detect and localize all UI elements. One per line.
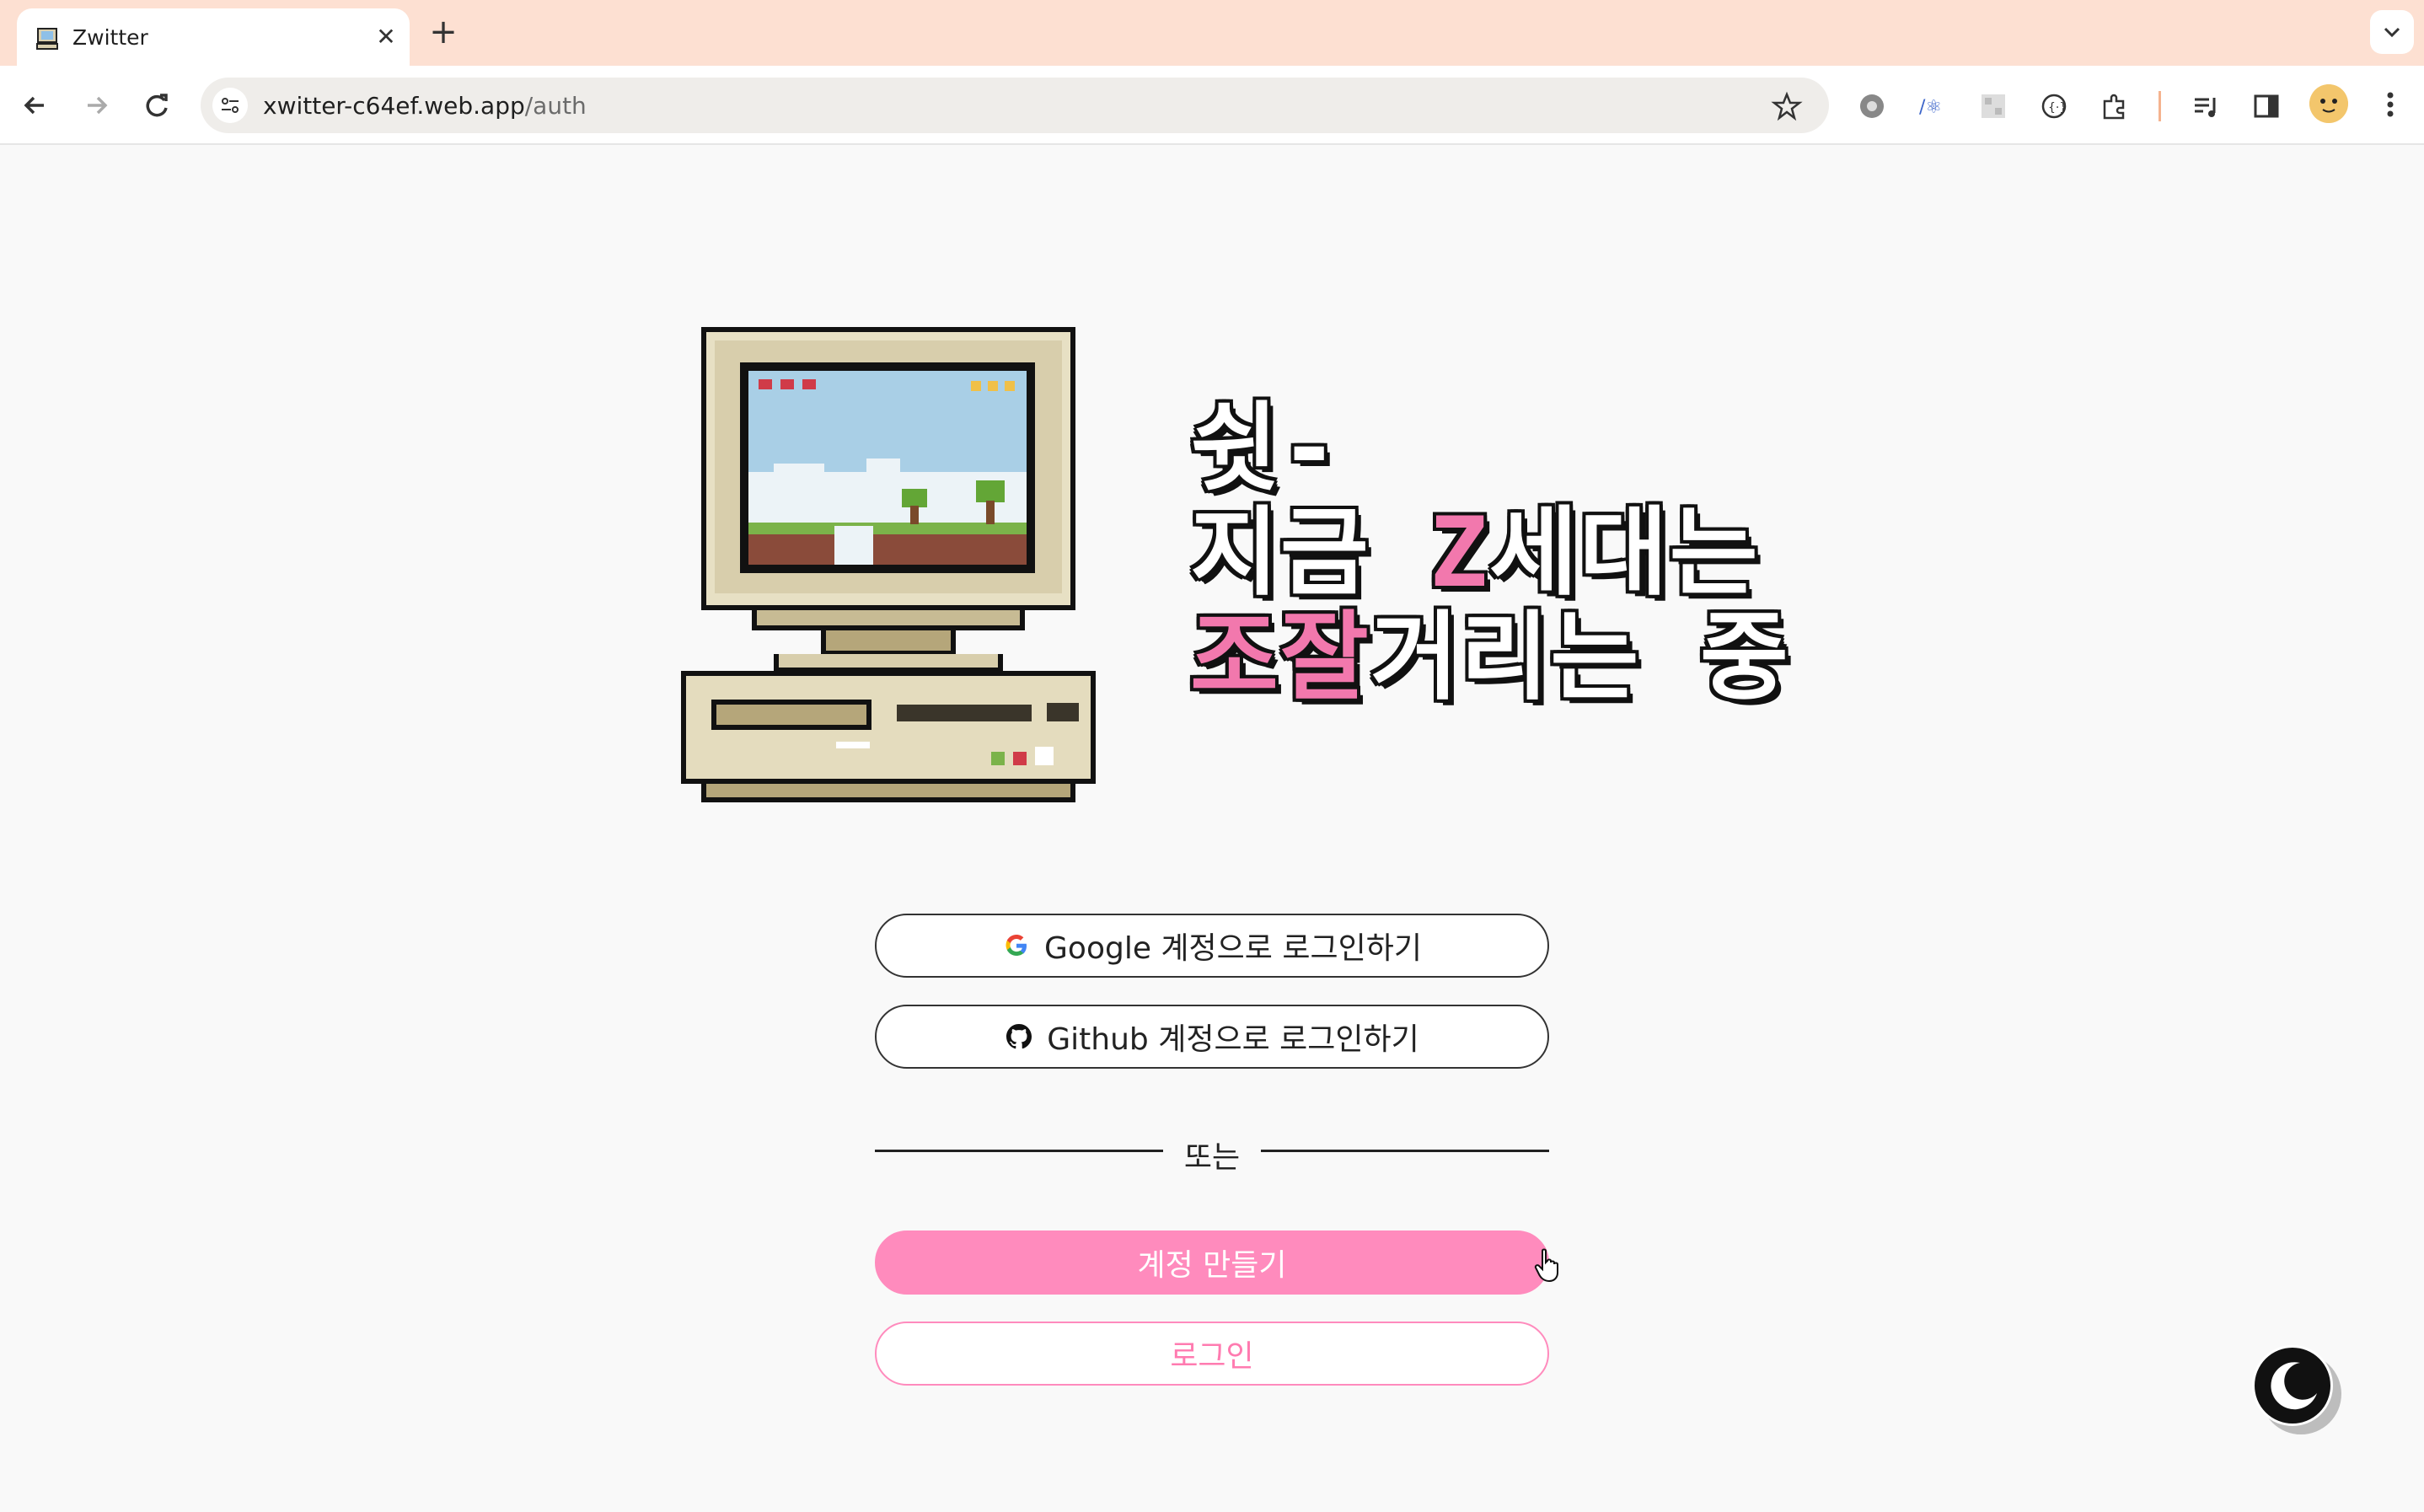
extension-gear-icon[interactable] — [1857, 91, 1887, 121]
divider-line-right — [1261, 1150, 1549, 1152]
headline-line-1: 쉿- — [1190, 392, 1340, 504]
url-text: xwitter-c64ef.web.app/auth — [263, 92, 587, 120]
browser-toolbar: xwitter-c64ef.web.app/auth /⚛ {·} — [0, 66, 2424, 145]
google-login-label: Google 계정으로 로그인하기 — [1044, 931, 1422, 966]
create-account-button[interactable]: 계정 만들기 — [875, 1231, 1549, 1295]
github-login-label: Github 계정으로 로그인하기 — [1047, 1022, 1419, 1057]
svg-text:{·}: {·} — [2048, 101, 2067, 115]
headline-line-2-start: 지금 — [1190, 496, 1430, 609]
retro-computer-illustration — [681, 327, 1096, 802]
tab-search-button[interactable] — [2370, 10, 2414, 54]
close-tab-icon[interactable]: ✕ — [369, 20, 403, 54]
computer-favicon-icon — [36, 28, 58, 50]
svg-text:/⚛: /⚛ — [1919, 97, 1942, 118]
extension-react-icon[interactable]: /⚛ — [1917, 91, 1948, 121]
address-bar[interactable]: xwitter-c64ef.web.app/auth — [201, 78, 1829, 133]
headline-line-3-end: 거리는 중 — [1370, 601, 1790, 713]
tab-zwitter[interactable]: Zwitter ✕ — [17, 8, 410, 69]
tab-strip: Zwitter ✕ + — [0, 0, 2424, 69]
headline-z-highlight: Z — [1429, 496, 1490, 609]
moon-icon — [2271, 1362, 2317, 1410]
hand-cursor-icon — [1534, 1248, 1558, 1283]
media-controls-icon[interactable] — [2191, 91, 2221, 121]
login-label: 로그인 — [1170, 1339, 1254, 1374]
create-account-label: 계정 만들기 — [1137, 1248, 1287, 1283]
back-arrow-icon[interactable] — [15, 85, 56, 126]
headline-line-2-end: 세대는 — [1489, 496, 1760, 609]
github-login-button[interactable]: Github 계정으로 로그인하기 — [875, 1005, 1549, 1069]
url-host: xwitter-c64ef.web.app — [263, 92, 525, 120]
tab-title: Zwitter — [72, 25, 148, 50]
headline-line-3: 조잘거리는 중 — [1190, 605, 1790, 710]
divider-label: 또는 — [1183, 1140, 1241, 1175]
site-settings-icon[interactable] — [212, 88, 248, 123]
extension-circle-icon[interactable]: {·} — [2039, 91, 2069, 121]
headline-jojal-highlight: 조잘 — [1190, 601, 1370, 713]
toolbar-separator — [2159, 91, 2161, 121]
dark-mode-toggle[interactable] — [2252, 1345, 2333, 1426]
google-icon — [1006, 935, 1027, 956]
forward-arrow-icon[interactable] — [76, 85, 116, 126]
google-login-button[interactable]: Google 계정으로 로그인하기 — [875, 914, 1549, 978]
github-icon — [1006, 1024, 1032, 1049]
more-menu-icon[interactable] — [2373, 88, 2407, 121]
headline-line-2: 지금 Z세대는 — [1190, 501, 1790, 605]
url-path: /auth — [524, 92, 587, 120]
or-divider: 또는 — [875, 1129, 1549, 1175]
bookmark-star-icon[interactable] — [1768, 88, 1805, 125]
side-panel-icon[interactable] — [2251, 91, 2282, 121]
login-button[interactable]: 로그인 — [875, 1322, 1549, 1386]
new-tab-icon[interactable]: + — [426, 15, 460, 49]
hero-headline: 쉿- 지금 Z세대는 조잘거리는 중 — [1190, 396, 1790, 710]
profile-avatar[interactable] — [2309, 84, 2348, 123]
chevron-down-icon — [2384, 27, 2400, 38]
extension-grid-icon[interactable] — [1978, 91, 2008, 121]
reload-icon[interactable] — [137, 85, 177, 126]
extensions-puzzle-icon[interactable] — [2100, 91, 2130, 121]
